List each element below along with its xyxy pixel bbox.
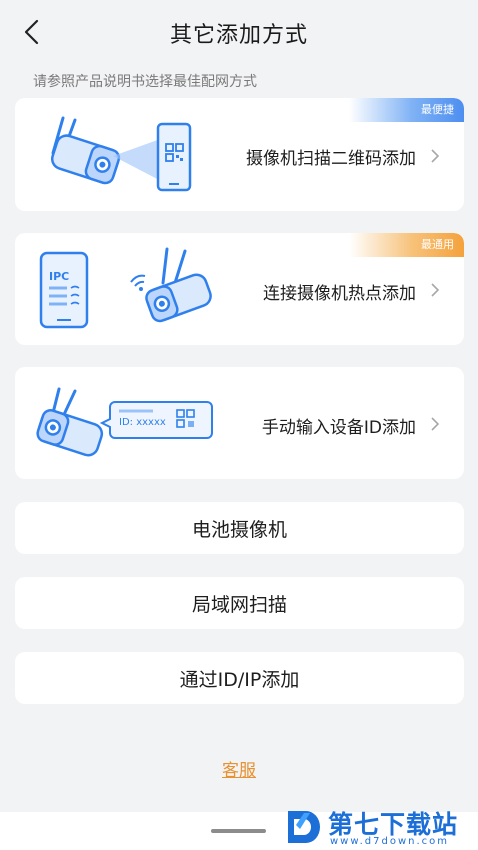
- option-add-by-id-ip-button[interactable]: 通过ID/IP添加: [15, 652, 464, 704]
- chevron-right-icon: [431, 283, 440, 297]
- watermark-logo: 第七下载站 www.d7down.com: [284, 805, 474, 849]
- option-battery-camera-label: 电池摄像机: [191, 518, 287, 541]
- option-lan-scan-button[interactable]: 局域网扫描: [15, 577, 464, 629]
- page-title: 其它添加方式: [169, 23, 308, 48]
- chevron-right-icon: [431, 149, 440, 163]
- option-add-by-id-ip-label: 通过ID/IP添加: [179, 668, 300, 691]
- badge-most-common: 最通用: [349, 233, 464, 257]
- option-battery-camera-button[interactable]: 电池摄像机: [15, 502, 464, 554]
- device-id-text: ID: xxxxx: [119, 417, 166, 428]
- option-manual-id-card[interactable]: ID: xxxxx 手动输入设备ID添加: [15, 367, 464, 479]
- option-lan-scan-label: 局域网扫描: [191, 593, 287, 616]
- chevron-right-icon: [431, 417, 440, 431]
- option-manual-id-label: 手动输入设备ID添加: [261, 418, 416, 438]
- home-indicator: [211, 829, 266, 833]
- phone-ipc-text: IPC: [49, 270, 70, 283]
- phone-hotspot-camera-illustration: [39, 247, 212, 329]
- option-hotspot-card[interactable]: 最通用 IPC 连接摄像机热点添加: [15, 233, 464, 345]
- option-hotspot-label: 连接摄像机热点添加: [263, 284, 416, 304]
- badge-most-convenient: 最便捷: [349, 98, 464, 122]
- option-qr-scan-label: 摄像机扫描二维码添加: [246, 149, 416, 169]
- page-subtitle: 请参照产品说明书选择最佳配网方式: [33, 74, 257, 90]
- camera-scan-qr-illustration: [50, 116, 192, 192]
- customer-service-link[interactable]: 客服: [0, 756, 478, 781]
- watermark-url: www.d7down.com: [330, 836, 450, 847]
- watermark-d-icon: [288, 811, 320, 843]
- option-qr-scan-card[interactable]: 最便捷 摄像机扫描二维码添加: [15, 98, 464, 211]
- header-bar: 其它添加方式: [0, 0, 478, 66]
